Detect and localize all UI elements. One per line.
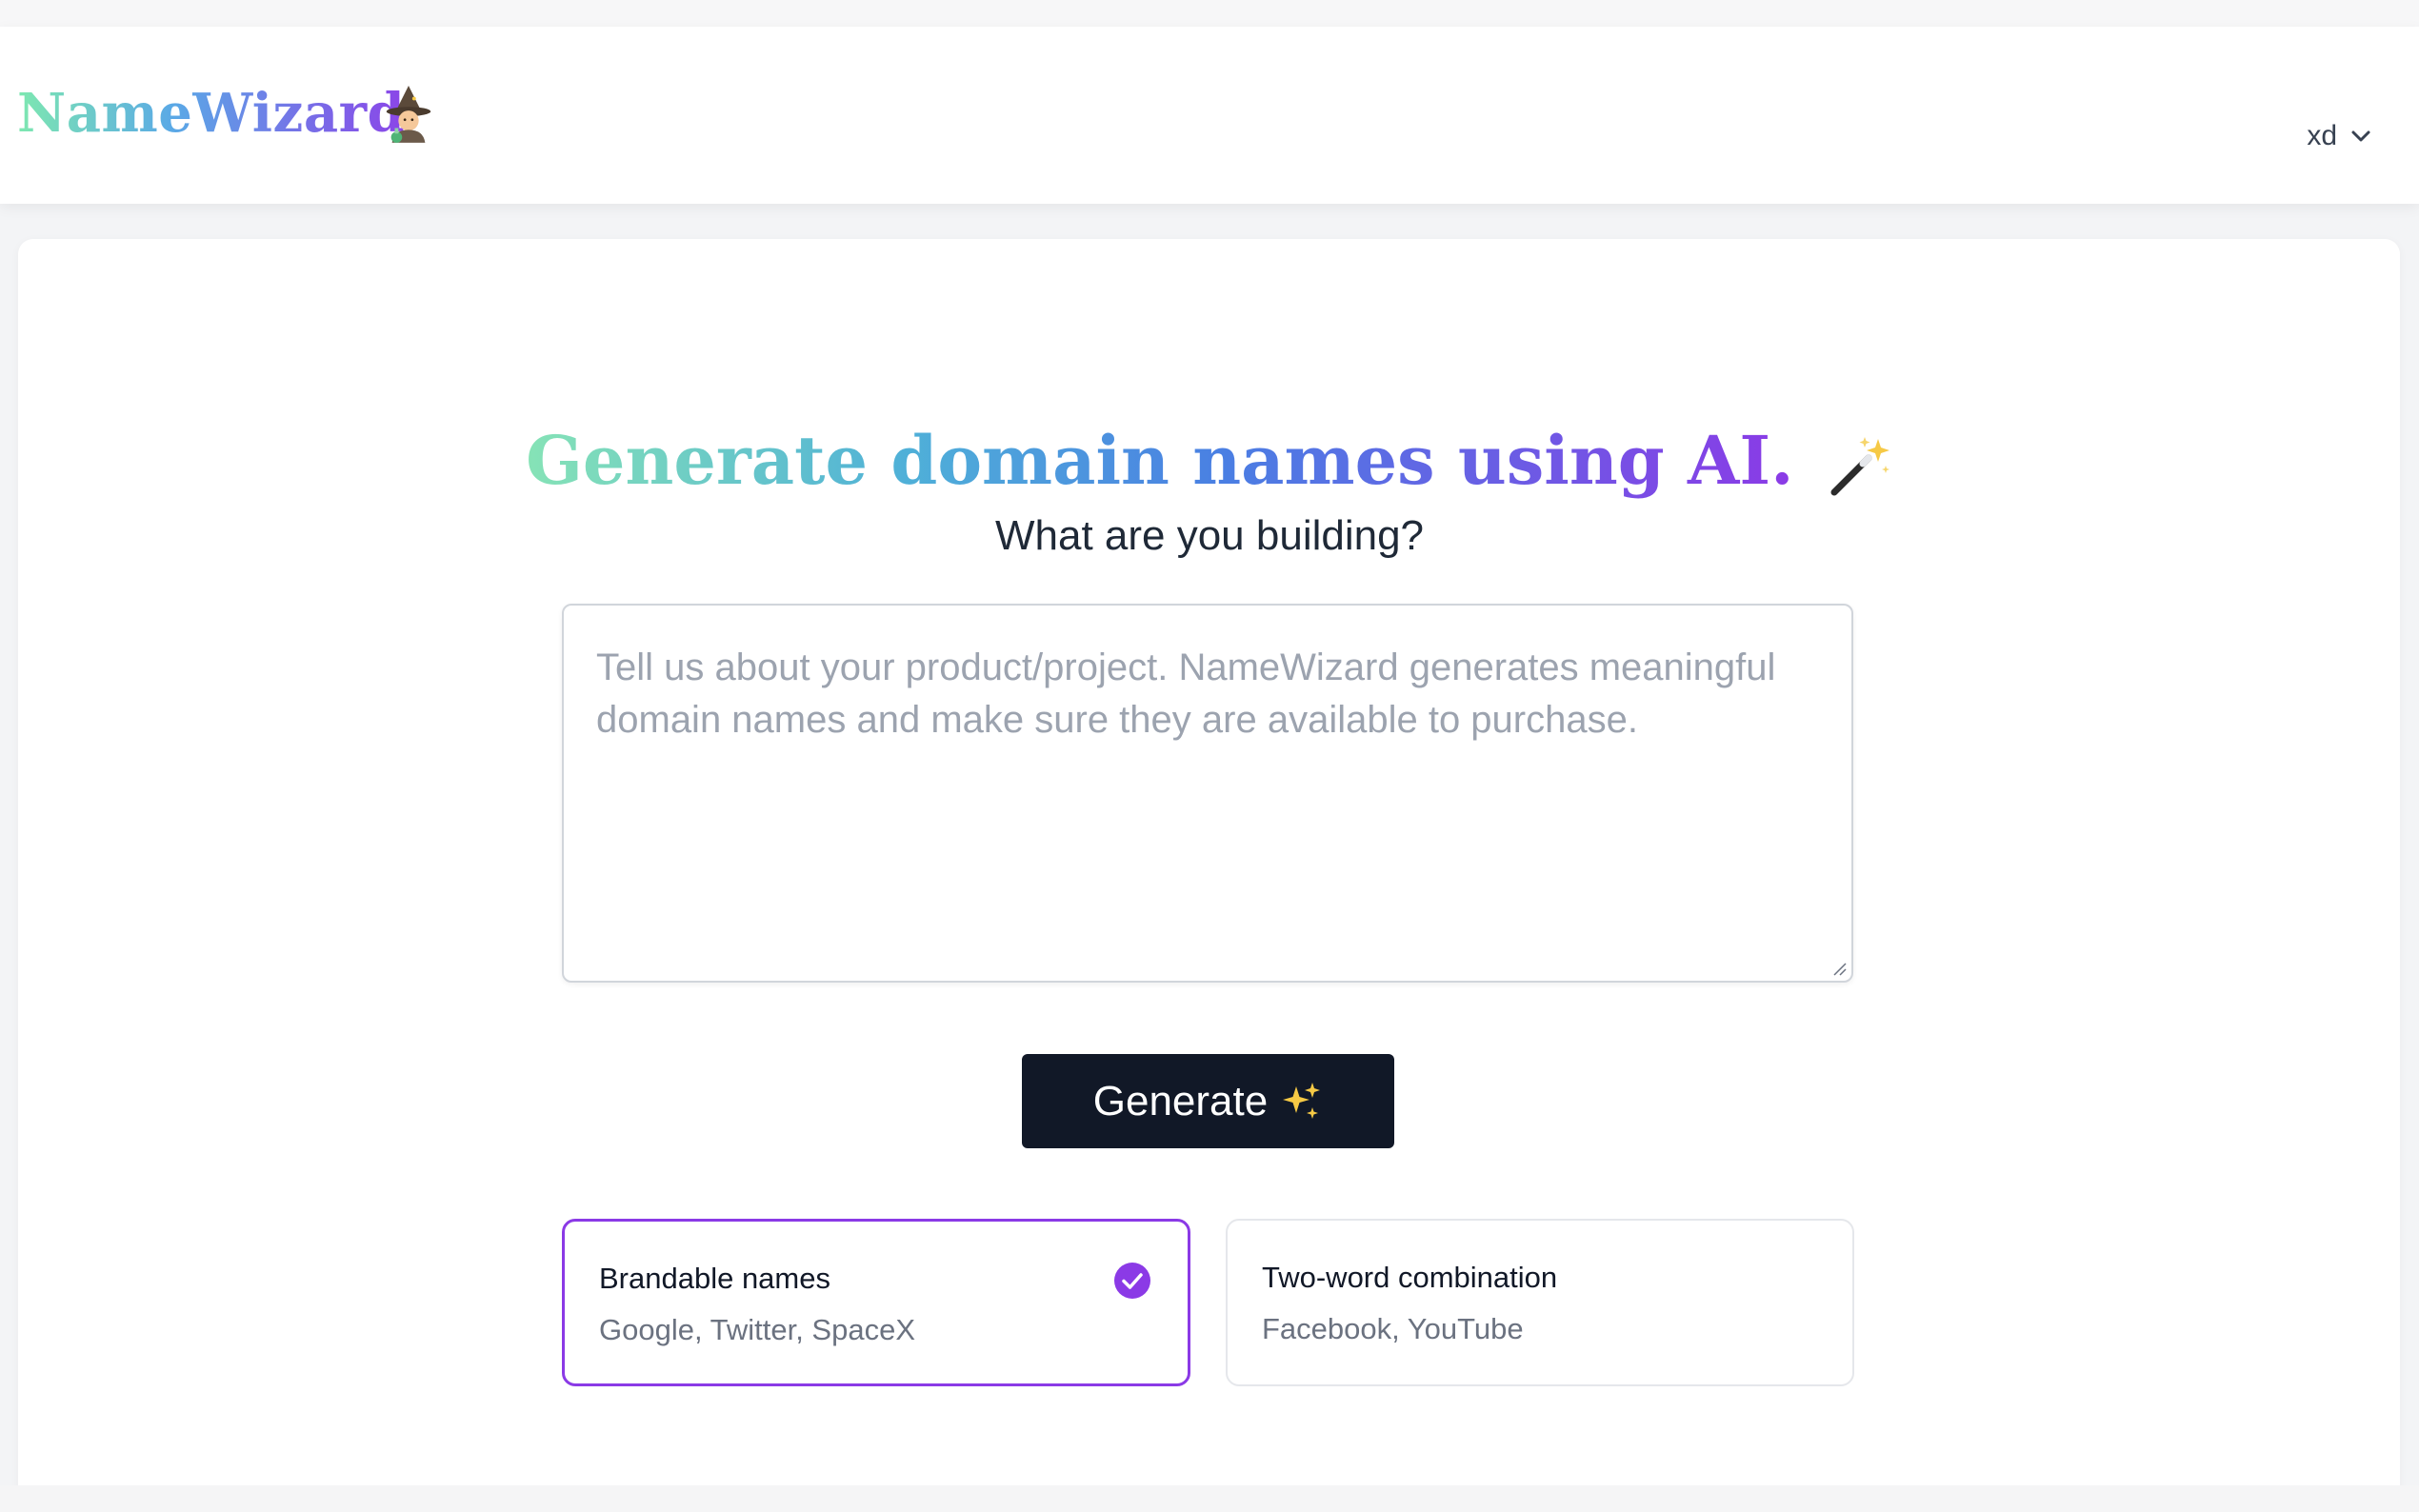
option-two-word-combination[interactable]: Two-word combination Facebook, YouTube [1226,1219,1854,1386]
top-strip [0,0,2419,27]
chevron-down-icon [2351,130,2370,142]
wizard-emoji-icon [386,86,431,143]
magic-wand-icon [1830,436,1889,496]
resize-handle-icon[interactable] [1830,960,1848,977]
generate-button[interactable]: Generate [1022,1054,1394,1148]
subtitle: What are you building? [994,512,1425,559]
user-menu[interactable]: xd [2307,120,2371,152]
hero-title-text: Generate domain names using AI. [526,420,1794,500]
check-circle-icon [1114,1263,1150,1299]
sparkles-icon [1283,1082,1321,1119]
option-title: Two-word combination [1262,1261,1558,1294]
brand-logo[interactable]: NameWizard [17,82,405,145]
option-examples: Facebook, YouTube [1262,1312,1524,1345]
option-title: Brandable names [599,1262,830,1295]
option-brandable-names[interactable]: Brandable names Google, Twitter, SpaceX [562,1219,1190,1386]
user-menu-label: xd [2307,120,2337,151]
hero-title: Generate domain names using AI. [0,421,2419,500]
navbar: NameWizard xd [0,27,2419,204]
prompt-box [562,604,1853,983]
generate-button-label: Generate [1092,1077,1269,1124]
prompt-textarea[interactable] [564,606,1851,981]
option-examples: Google, Twitter, SpaceX [599,1313,916,1346]
bottom-strip [0,1485,2419,1512]
